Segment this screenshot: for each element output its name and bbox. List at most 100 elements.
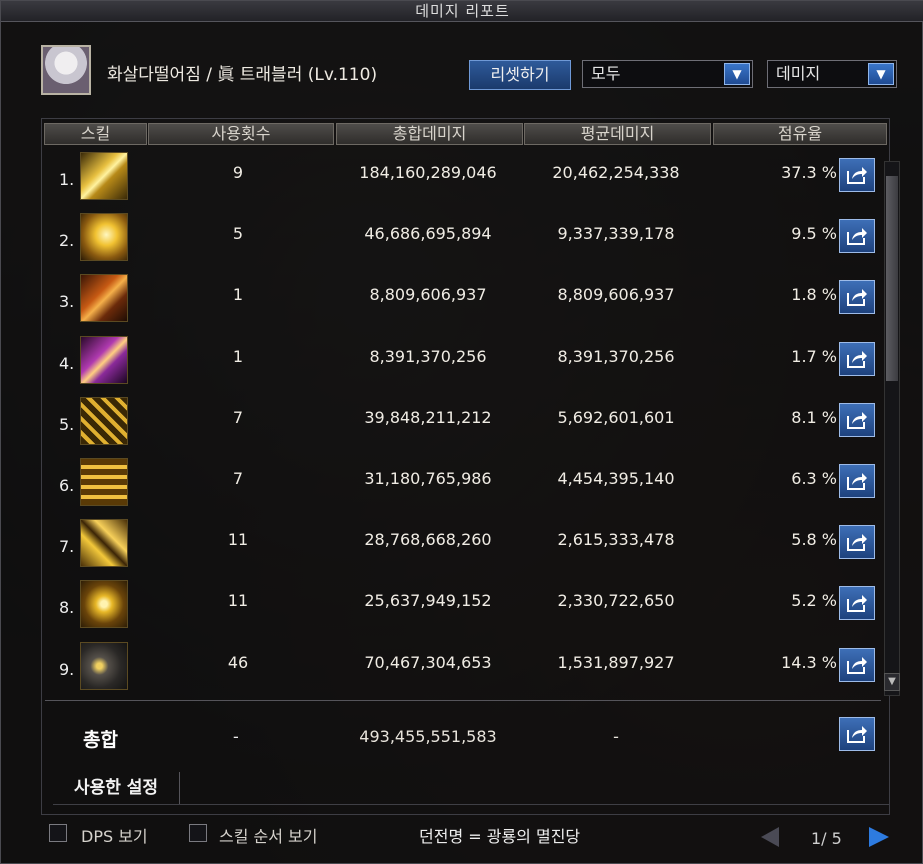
share-button[interactable] xyxy=(839,586,875,621)
row-number: 8. xyxy=(59,598,75,618)
column-header-total: 총합데미지 xyxy=(336,123,523,145)
scrollbar-thumb[interactable] xyxy=(886,176,898,381)
share-button[interactable] xyxy=(839,464,875,498)
dungeon-name: 던전명 = 광룡의 멸진당 xyxy=(419,827,581,846)
average-damage: 20,462,254,338 xyxy=(552,163,680,182)
use-count: 46 xyxy=(227,652,249,672)
average-damage: 1,531,897,927 xyxy=(557,652,675,672)
share-icon xyxy=(847,595,867,613)
row-number: 5. xyxy=(59,414,75,434)
row-number: 9. xyxy=(59,659,75,679)
use-count: 1 xyxy=(232,285,244,305)
total-damage: 8,809,606,937 xyxy=(369,285,487,305)
share-icon xyxy=(847,534,867,552)
share-button[interactable] xyxy=(839,280,875,315)
total-damage: 184,160,289,046 xyxy=(359,163,497,182)
skill-order-checkbox[interactable] xyxy=(189,824,207,842)
golden-rail-icon xyxy=(80,458,128,506)
total-damage: 39,848,211,212 xyxy=(364,407,492,427)
share-percent: 8.1 % xyxy=(791,407,837,427)
golden-burst-icon xyxy=(80,213,128,262)
character-portrait xyxy=(41,45,91,95)
magenta-strike-icon xyxy=(80,335,128,384)
share-button[interactable] xyxy=(839,717,875,751)
table-row: 5. 7 39,848,211,212 5,692,601,601 8.1 % xyxy=(45,393,881,449)
average-damage: 2,330,722,650 xyxy=(557,591,675,611)
share-button[interactable] xyxy=(839,219,875,254)
table-row: 8. 11 25,637,949,152 2,330,722,650 5.2 % xyxy=(45,576,881,632)
share-percent: 5.8 % xyxy=(791,530,837,550)
use-count: 7 xyxy=(232,469,244,488)
use-count: 9 xyxy=(232,163,244,182)
share-button[interactable] xyxy=(839,341,875,376)
next-page-icon[interactable] xyxy=(869,827,889,847)
table-row: 9. 46 70,467,304,653 1,531,897,927 14.3 % xyxy=(45,638,881,694)
summary-label: 총합 xyxy=(83,729,118,751)
golden-arrows-icon xyxy=(80,152,128,200)
share-button[interactable] xyxy=(839,158,875,192)
column-header-share: 점유율 xyxy=(713,123,887,145)
column-header-count: 사용횟수 xyxy=(148,123,334,145)
share-percent: 6.3 % xyxy=(791,469,837,488)
average-damage: 8,391,370,256 xyxy=(557,346,675,366)
use-count: 11 xyxy=(227,591,249,611)
total-damage: 28,768,668,260 xyxy=(364,530,492,550)
tab-underline xyxy=(53,804,889,805)
page-indicator: 1/ 5 xyxy=(811,829,842,848)
window-title: 데미지 리포트 xyxy=(1,1,923,22)
total-damage: 46,686,695,894 xyxy=(364,224,492,244)
column-header-skill: 스킬 xyxy=(44,123,147,145)
table-row: 3. 1 8,809,606,937 8,809,606,937 1.8 % xyxy=(45,270,881,326)
filter-select[interactable]: 모두 ▼ xyxy=(582,60,753,88)
use-count: 5 xyxy=(232,224,244,244)
share-percent: 14.3 % xyxy=(781,652,837,672)
use-count: 7 xyxy=(232,407,244,427)
character-name: 화살다떨어짐 / 眞 트래블러 (Lv.110) xyxy=(107,65,378,85)
average-damage: 9,337,339,178 xyxy=(557,224,675,244)
dps-label: DPS 보기 xyxy=(81,827,148,846)
table-row: 6. 7 31,180,765,986 4,454,395,140 6.3 % xyxy=(45,454,881,510)
table-row: 1. 9 184,160,289,046 20,462,254,338 37.3 % xyxy=(45,148,881,204)
summary-divider xyxy=(45,700,881,701)
dps-checkbox[interactable] xyxy=(49,824,67,842)
share-icon xyxy=(847,289,867,307)
share-icon xyxy=(847,411,867,429)
tab-used-setting[interactable]: 사용한 설정 xyxy=(53,772,180,804)
total-damage: 31,180,765,986 xyxy=(364,469,492,488)
total-damage: 25,637,949,152 xyxy=(364,591,492,611)
metric-select[interactable]: 데미지 ▼ xyxy=(767,60,897,88)
share-percent: 5.2 % xyxy=(791,591,837,611)
previous-page-icon[interactable] xyxy=(761,827,779,847)
share-icon xyxy=(847,726,867,743)
table-row: 4. 1 8,391,370,256 8,391,370,256 1.7 % xyxy=(45,332,881,388)
row-number: 1. xyxy=(59,170,75,189)
share-icon xyxy=(847,350,867,368)
table-row: 2. 5 46,686,695,894 9,337,339,178 9.5 % xyxy=(45,209,881,265)
scroll-down-button[interactable]: ▼ xyxy=(884,673,900,691)
use-count: 11 xyxy=(227,530,249,550)
share-button[interactable] xyxy=(839,402,875,437)
dark-star-icon xyxy=(80,641,128,690)
share-icon xyxy=(847,656,867,674)
share-percent: 1.8 % xyxy=(791,285,837,305)
crossed-swords-icon xyxy=(80,396,128,445)
chevron-down-icon[interactable]: ▼ xyxy=(868,63,894,85)
average-damage: 2,615,333,478 xyxy=(557,530,675,550)
chevron-down-icon[interactable]: ▼ xyxy=(724,63,750,85)
total-damage: 8,391,370,256 xyxy=(369,346,487,366)
column-header-average: 평균데미지 xyxy=(524,123,711,145)
reset-button[interactable]: 리셋하기 xyxy=(469,60,571,90)
share-button[interactable] xyxy=(839,647,875,682)
filter-select-value: 모두 xyxy=(591,64,621,83)
row-number: 7. xyxy=(59,537,75,557)
share-icon xyxy=(847,473,867,490)
summary-total: 493,455,551,583 xyxy=(359,727,497,746)
average-damage: 8,809,606,937 xyxy=(557,285,675,305)
metric-select-value: 데미지 xyxy=(776,64,821,83)
golden-star-icon xyxy=(80,580,128,629)
use-count: 1 xyxy=(232,346,244,366)
table-row: 7. 11 28,768,668,260 2,615,333,478 5.8 % xyxy=(45,515,881,571)
share-button[interactable] xyxy=(839,525,875,560)
share-percent: 9.5 % xyxy=(791,224,837,244)
share-icon xyxy=(847,167,867,184)
